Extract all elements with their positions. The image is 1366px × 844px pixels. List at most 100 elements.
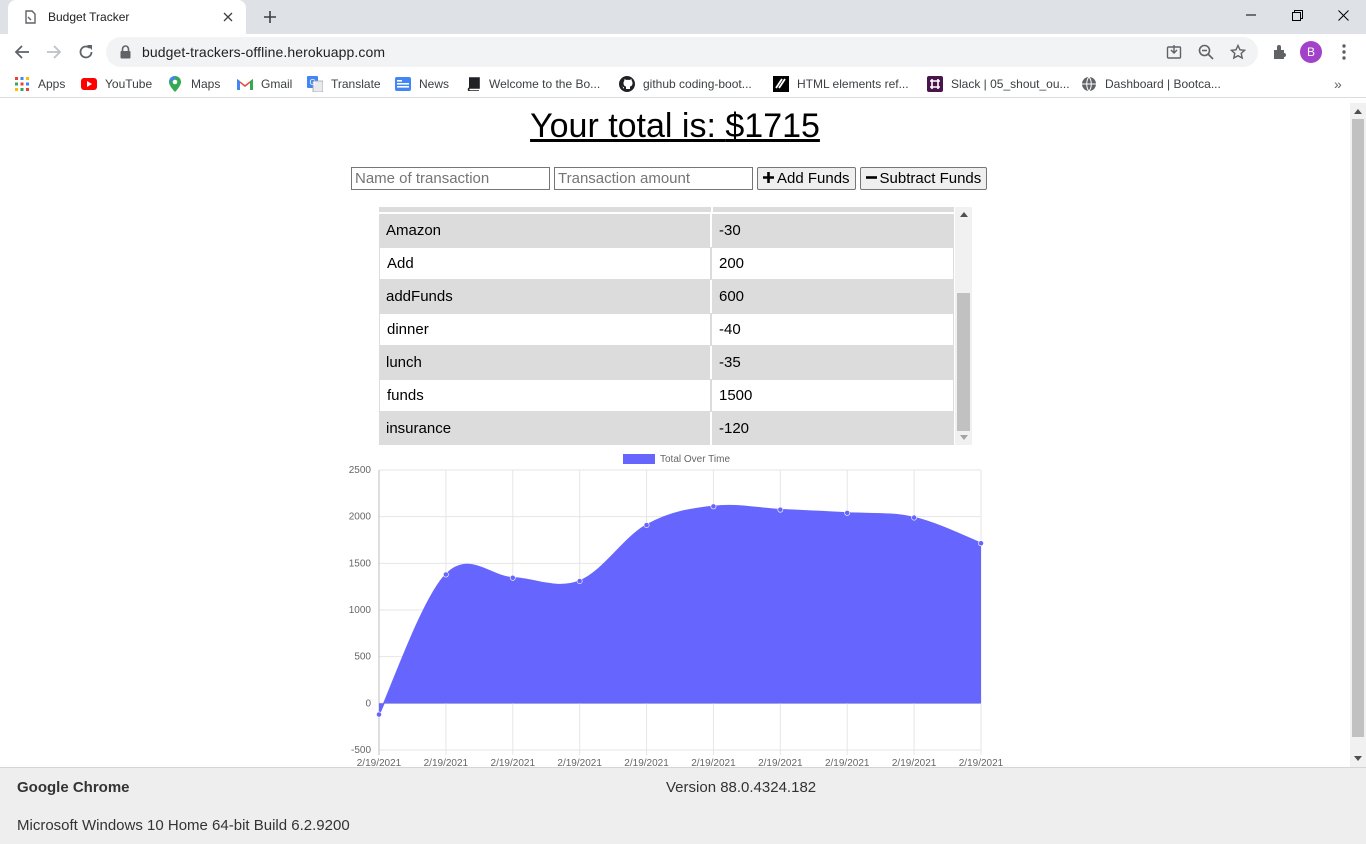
bookmark-label: Slack | 05_shout_ou... [951, 77, 1070, 91]
bookmark-apps[interactable]: Apps [14, 75, 65, 93]
table-row: dinner -40 [379, 313, 954, 346]
x-tick-label: 2/19/2021 [691, 758, 736, 767]
bookmark-maps[interactable]: Maps [167, 75, 220, 93]
close-window-icon[interactable] [1320, 0, 1366, 30]
gmail-icon [237, 76, 253, 92]
table-partial-row [379, 207, 954, 212]
data-point [576, 578, 583, 584]
address-bar[interactable]: budget-trackers-offline.herokuapp.com [106, 37, 1258, 67]
forward-icon[interactable] [40, 38, 68, 66]
data-point [844, 510, 851, 516]
bookmark-label: Dashboard | Bootca... [1105, 77, 1221, 91]
back-icon[interactable] [8, 38, 36, 66]
bookmark-dashboard[interactable]: Dashboard | Bootca... [1081, 75, 1221, 93]
legend-label: Total Over Time [660, 454, 730, 465]
os-text: Microsoft Windows 10 Home 64-bit Build 6… [17, 817, 350, 834]
bookmark-label: News [419, 77, 450, 91]
add-funds-button[interactable]: Add Funds [757, 167, 856, 190]
transaction-name: insurance [379, 412, 712, 445]
install-app-icon[interactable] [1164, 42, 1184, 62]
y-tick-label: -500 [351, 745, 371, 756]
transactions-table-container[interactable]: Amazon -30 Add 200 addFunds 600 dinner -… [379, 207, 972, 445]
bookmark-html-elements[interactable]: HTML elements ref... [773, 75, 909, 93]
transaction-name: lunch [379, 346, 712, 379]
x-tick-label: 2/19/2021 [758, 758, 803, 767]
data-point [509, 574, 516, 581]
data-point [710, 503, 717, 510]
data-point [376, 711, 382, 718]
minus-icon [865, 170, 877, 187]
page-scrollbar[interactable] [1350, 103, 1366, 767]
area-fill [379, 505, 981, 715]
y-tick-label: 1000 [349, 605, 372, 616]
bookmark-label: Welcome to the Bo... [489, 77, 601, 91]
transaction-name: Amazon [379, 214, 712, 247]
globe-icon [1081, 76, 1097, 92]
page-viewport: Your total is: $1715 Add Funds Subtract … [0, 103, 1350, 767]
youtube-icon [81, 76, 97, 92]
transaction-name: addFunds [379, 280, 712, 313]
transaction-name-input[interactable] [351, 167, 550, 190]
add-funds-label: Add Funds [777, 170, 850, 187]
bookmark-news[interactable]: News [395, 75, 449, 93]
url-text[interactable]: budget-trackers-offline.herokuapp.com [142, 44, 385, 60]
bookmark-label: Apps [38, 77, 66, 91]
table-row: insurance -120 [379, 412, 954, 445]
scroll-up-icon[interactable] [960, 212, 968, 217]
table-scroll-thumb[interactable] [957, 293, 970, 431]
lock-icon[interactable] [120, 45, 131, 64]
reload-icon[interactable] [72, 38, 100, 66]
bookmark-label: Maps [191, 77, 221, 91]
table-row: Amazon -30 [379, 214, 954, 247]
new-tab-icon[interactable] [258, 5, 282, 29]
x-tick-label: 2/19/2021 [892, 758, 937, 767]
slack-icon [927, 76, 943, 92]
bookmark-youtube[interactable]: YouTube [81, 75, 152, 93]
x-tick-label: 2/19/2021 [491, 758, 536, 767]
bookmark-gmail[interactable]: Gmail [237, 75, 292, 93]
total-label: Your total is: [530, 107, 726, 145]
bookmark-translate[interactable]: G Translate [307, 75, 381, 93]
page-favicon-icon [22, 9, 38, 25]
bookmarks-overflow-button[interactable]: » [1334, 76, 1342, 92]
bookmark-github[interactable]: github coding-boot... [619, 75, 752, 93]
transaction-value: -35 [712, 346, 954, 379]
bookmark-label: Gmail [261, 77, 293, 91]
product-name: Google Chrome [17, 779, 130, 796]
data-point [643, 522, 650, 528]
table-row: addFunds 600 [379, 280, 954, 313]
y-tick-label: 0 [365, 698, 371, 709]
minimize-icon[interactable] [1228, 0, 1274, 30]
page-scroll-down-icon[interactable] [1354, 756, 1362, 761]
data-point [911, 514, 918, 521]
data-point [978, 540, 984, 547]
scroll-down-icon[interactable] [960, 435, 968, 440]
table-scrollbar[interactable] [955, 207, 972, 445]
page-scroll-thumb[interactable] [1352, 119, 1364, 737]
zoom-icon[interactable] [1196, 42, 1216, 62]
total-over-time-chart: 2500 2000 1500 1000 500 0 -500 2/19/2021 2/19/20… [349, 454, 1004, 767]
tab-title: Budget Tracker [48, 10, 130, 24]
bookmark-star-icon[interactable] [1228, 42, 1248, 62]
bookmarks-bar: Apps YouTube Maps Gmail G Translate News [0, 70, 1366, 98]
bookmark-bootcamp-welcome[interactable]: Welcome to the Bo... [465, 75, 600, 93]
bookmark-slack[interactable]: Slack | 05_shout_ou... [927, 75, 1070, 93]
restore-icon[interactable] [1274, 0, 1320, 30]
browser-tab[interactable]: Budget Tracker [8, 0, 246, 34]
x-tick-label: 2/19/2021 [557, 758, 602, 767]
transaction-value: -30 [712, 214, 954, 247]
y-tick-label: 2500 [349, 465, 372, 476]
subtract-funds-button[interactable]: Subtract Funds [859, 167, 988, 190]
profile-avatar[interactable]: B [1300, 41, 1322, 63]
github-icon [619, 76, 635, 92]
transaction-amount-input[interactable] [554, 167, 753, 190]
x-tick-label: 2/19/2021 [357, 758, 402, 767]
menu-kebab-icon[interactable] [1330, 38, 1358, 66]
page-scroll-up-icon[interactable] [1354, 109, 1362, 114]
extensions-icon[interactable] [1266, 38, 1294, 66]
total-heading: Your total is: $1715 [0, 107, 1350, 146]
tab-close-icon[interactable] [220, 9, 236, 25]
transaction-value: -40 [712, 313, 954, 346]
translate-icon: G [307, 76, 323, 92]
maps-pin-icon [167, 76, 183, 92]
